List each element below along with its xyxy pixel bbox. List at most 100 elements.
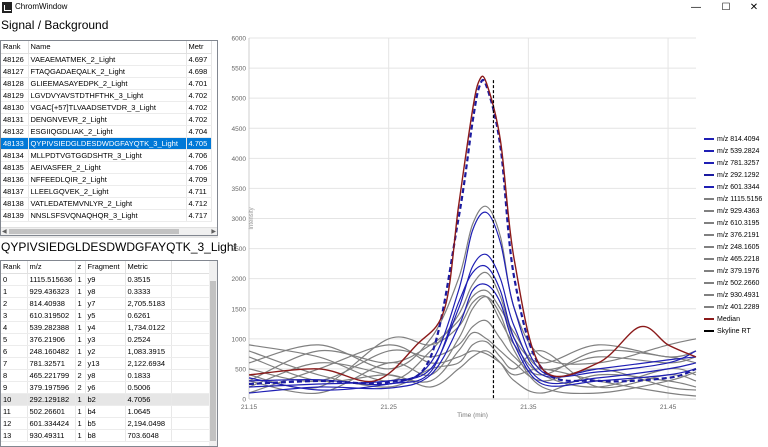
table-cell: b5: [85, 417, 126, 430]
table-cell: MLLPDTVGTGGDSHTR_3_Light: [28, 149, 187, 162]
table-cell: 929.436323: [27, 285, 76, 298]
table-row[interactable]: 48137 LLEELGQVEK_2_Light 4.711: [1, 185, 212, 198]
table-row[interactable]: 8 465.221799 2 y8 0.1833: [1, 369, 212, 382]
signal-background-table[interactable]: Rank Name Metr 48126 VAEAEMATMEK_2_Light 4.6…: [0, 40, 218, 236]
column-header[interactable]: Metr: [186, 41, 212, 54]
column-header[interactable]: Name: [28, 41, 187, 54]
table-row[interactable]: 48139 NNSLSFSVQNAQHQR_3_Light 4.717: [1, 209, 212, 222]
scrollbar-thumb[interactable]: [9, 229, 179, 234]
table-row[interactable]: 9 379.197596 2 y6 0.5006: [1, 381, 212, 394]
table-row[interactable]: 48136 NFFEEDLQIR_2_Light 4.709: [1, 173, 212, 186]
column-header[interactable]: m/z: [27, 261, 76, 274]
table-row[interactable]: 4 539.282388 1 y4 1,734.0122: [1, 321, 212, 334]
top-panel-title: Signal / Background: [1, 18, 109, 32]
legend-item: m/z 376.2191: [704, 229, 762, 241]
column-header[interactable]: z: [75, 261, 86, 274]
legend-swatch: [704, 282, 714, 284]
table-row[interactable]: 48130 VGAC[+57]TLVAADSETVDR_3_Light 4.702: [1, 101, 212, 114]
table-cell: 4.706: [186, 149, 212, 162]
table-cell-filler: [171, 309, 212, 322]
table-row[interactable]: 0 1115.515636 1 y9 0.3515: [1, 273, 212, 286]
table-cell: y2: [85, 345, 126, 358]
table-row[interactable]: 48128 GLIEEMASAYEDPK_2_Light 4.701: [1, 77, 212, 90]
legend-item: m/z 248.1605: [704, 241, 762, 253]
table-cell-filler: [171, 297, 212, 310]
table-cell: GLIEEMASAYEDPK_2_Light: [28, 77, 187, 90]
table-row[interactable]: 3 610.319502 1 y5 0.6261: [1, 309, 212, 322]
column-header[interactable]: Metric: [125, 261, 172, 274]
y-tick-label: 0: [242, 397, 246, 404]
panel-splitter[interactable]: [0, 236, 218, 238]
table-row[interactable]: 48133 QYPIVSIEDGLDESDWDGFAYQTK_3_Light 4.7…: [1, 137, 212, 150]
table-row[interactable]: 48132 ESGIIQGDLIAK_2_Light 4.704: [1, 125, 212, 138]
table-cell: 1: [75, 297, 86, 310]
legend-item: m/z 781.3257: [704, 157, 762, 169]
legend-label: m/z 502.2660: [717, 279, 760, 287]
y-tick-label: 5500: [232, 66, 247, 73]
legend-label: m/z 376.2191: [717, 231, 760, 239]
legend-item: m/z 502.2660: [704, 277, 762, 289]
table-cell: 1: [75, 429, 86, 442]
fragment-table[interactable]: Rank m/z z Fragment Metric 0 1115.515636 1 y9 0.…: [0, 260, 218, 447]
table-cell: 4.705: [186, 137, 212, 150]
table-cell: 4: [1, 321, 28, 334]
y-tick-label: 2000: [232, 276, 247, 283]
legend-label: m/z 610.3195: [717, 219, 760, 227]
y-tick-label: 500: [235, 366, 246, 373]
table-cell: 10: [1, 393, 28, 406]
maximize-button[interactable]: ☐: [716, 1, 736, 15]
table-cell: 4.702: [186, 89, 212, 102]
legend-label: m/z 539.2824: [717, 147, 760, 155]
table-cell: 1115.515636: [27, 273, 76, 286]
legend-swatch: [704, 318, 714, 320]
table-row[interactable]: 1 929.436323 1 y8 0.3333: [1, 285, 212, 298]
table-cell: 48138: [1, 197, 29, 210]
table-row[interactable]: 48138 VATLEDATEMVNLYR_2_Light 4.712: [1, 197, 212, 210]
table-row[interactable]: 48129 LGVDVYAVSTDTHFTHK_3_Light 4.702: [1, 89, 212, 102]
table-row[interactable]: 7 781.32571 2 y13 2,122.6934: [1, 357, 212, 370]
legend-swatch: [704, 270, 714, 272]
table-row[interactable]: 48135 AEIVASFER_2_Light 4.706: [1, 161, 212, 174]
vertical-scrollbar[interactable]: [209, 261, 217, 446]
table-row[interactable]: 2 814.40938 1 y7 2,705.5183: [1, 297, 212, 310]
table-row[interactable]: 5 376.21906 1 y3 0.2524: [1, 333, 212, 346]
column-header[interactable]: Rank: [1, 261, 28, 274]
table-row[interactable]: 10 292.129182 1 b2 4.7056: [1, 393, 212, 406]
table-row[interactable]: 11 502.26601 1 b4 1.0645: [1, 405, 212, 418]
table-cell: 48131: [1, 113, 29, 126]
table-cell: 376.21906: [27, 333, 76, 346]
legend-swatch: [704, 306, 714, 308]
close-button[interactable]: ✕: [744, 1, 764, 15]
series-line-m-z-465-2218: [248, 344, 697, 397]
table-row[interactable]: 6 248.160482 1 y2 1,083.3915: [1, 345, 212, 358]
table-cell-filler: [171, 321, 212, 334]
table-row[interactable]: 48127 FTAQGADAEQALK_2_Light 4.698: [1, 65, 212, 78]
table-cell: 1.0645: [125, 405, 172, 418]
table-row[interactable]: 48134 MLLPDTVGTGGDSHTR_3_Light 4.706: [1, 149, 212, 162]
table-row[interactable]: 13 930.49311 1 b8 703.6048: [1, 429, 212, 442]
legend-swatch: [704, 246, 714, 248]
scroll-left-icon[interactable]: ◀: [2, 228, 7, 235]
table-row[interactable]: 12 601.334424 1 b5 2,194.0498: [1, 417, 212, 430]
table-row[interactable]: 48131 DENGNVEVR_2_Light 4.702: [1, 113, 212, 126]
legend-item: m/z 930.4931: [704, 289, 762, 301]
column-header[interactable]: Rank: [1, 41, 29, 54]
scroll-right-icon[interactable]: ▶: [211, 228, 216, 235]
column-header[interactable]: Fragment: [85, 261, 126, 274]
table-cell: 465.221799: [27, 369, 76, 382]
table-cell: 1: [75, 393, 86, 406]
y-tick-label: 3500: [232, 186, 247, 193]
table-cell: 2,705.5183: [125, 297, 172, 310]
minimize-button[interactable]: —: [686, 1, 706, 15]
horizontal-scrollbar[interactable]: ◀ ▶: [1, 227, 217, 235]
chromatogram-chart[interactable]: 0 500 1000 1500 2000 2500 3000 3500 4000 4500 5000…: [225, 30, 705, 447]
scrollbar-thumb[interactable]: [210, 281, 216, 441]
table-cell: 0.3333: [125, 285, 172, 298]
table-cell: 12: [1, 417, 28, 430]
chart-legend: m/z 814.4094 m/z 539.2824 m/z 781.3257 m/z …: [704, 133, 762, 337]
table-row[interactable]: 48126 VAEAEMATMEK_2_Light 4.697: [1, 53, 212, 66]
table-cell: 48133: [1, 137, 29, 150]
table-cell: y8: [85, 285, 126, 298]
table-cell: 814.40938: [27, 297, 76, 310]
legend-label: m/z 929.4363: [717, 207, 760, 215]
